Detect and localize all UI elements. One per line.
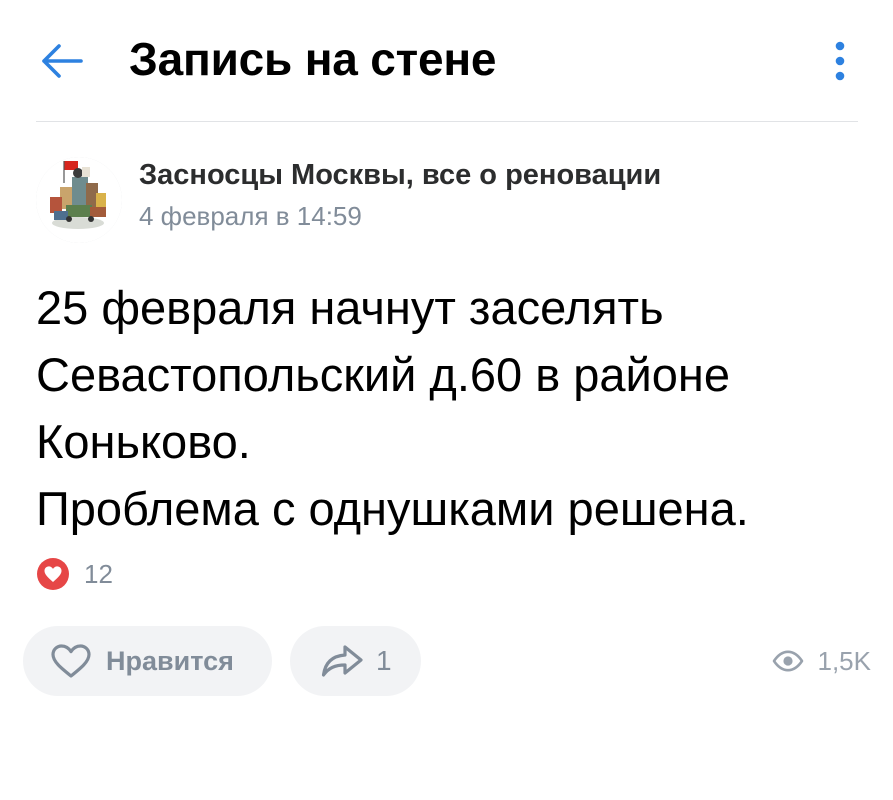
post-date: 4 февраля в 14:59: [139, 201, 362, 231]
post-text: 25 февраля начнут заселять Севастопольск…: [36, 274, 876, 542]
post-text-line: Севастопольский д.60 в районе: [36, 348, 731, 401]
more-options-button[interactable]: [818, 36, 862, 86]
back-button[interactable]: [36, 38, 86, 84]
avatar[interactable]: [36, 157, 122, 243]
top-bar: Запись на стене: [0, 0, 893, 122]
author-name[interactable]: Засносцы Москвы, все о реновации: [139, 159, 661, 192]
header-divider: [36, 121, 858, 122]
heart-outline-icon: [51, 644, 91, 678]
heart-reaction-icon: [37, 558, 69, 590]
like-label: Нравится: [106, 645, 234, 676]
eye-icon: [772, 650, 803, 672]
arrow-left-icon: [42, 44, 83, 78]
reaction-count: 12: [84, 558, 113, 589]
share-button[interactable]: 1: [290, 626, 421, 696]
post-text-line: Проблема с однушками решена.: [36, 482, 749, 535]
post-text-line: 25 февраля начнут заселять: [36, 281, 664, 334]
like-button[interactable]: Нравится: [23, 626, 272, 696]
views-count: 1,5K: [817, 645, 872, 676]
post-text-line: Коньково.: [36, 415, 251, 468]
page-title: Запись на стене: [129, 33, 497, 85]
views-counter: 1,5K: [772, 644, 872, 678]
share-arrow-icon: [321, 645, 363, 677]
more-vertical-icon: [835, 41, 845, 81]
share-count: 1: [376, 645, 392, 676]
community-avatar-icon: [36, 157, 122, 243]
post-header: Засносцы Москвы, все о реновации 4 февра…: [36, 153, 858, 243]
reactions-summary[interactable]: 12: [36, 557, 113, 591]
